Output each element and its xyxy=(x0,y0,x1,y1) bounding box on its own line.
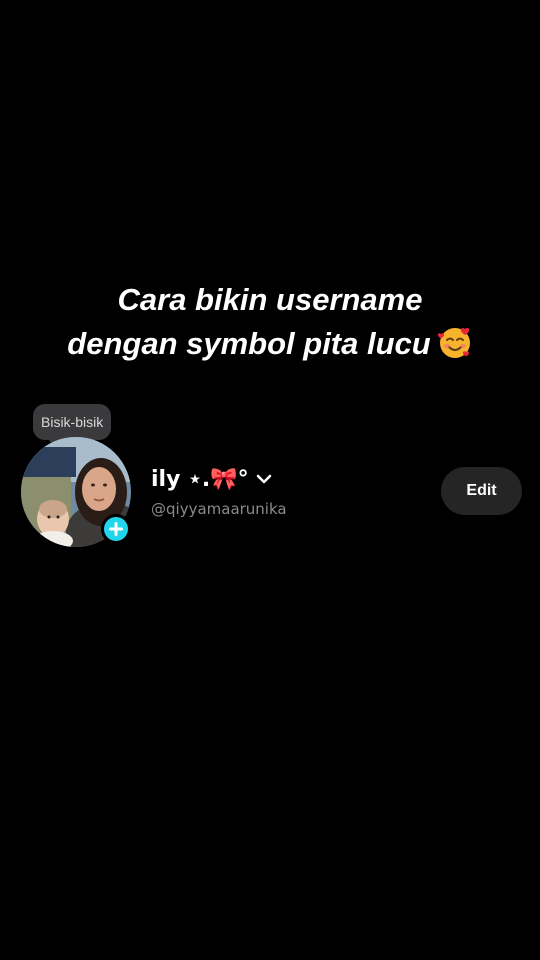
video-caption: Cara bikin username dengan symbol pita l… xyxy=(0,278,540,366)
caption-line-2-wrap: dengan symbol pita lucu xyxy=(0,322,540,366)
chevron-down-icon[interactable] xyxy=(255,470,273,488)
note-bubble[interactable]: Bisik-bisik xyxy=(33,404,112,440)
add-story-button[interactable] xyxy=(101,514,131,544)
username: @qiyyamaarunika xyxy=(151,500,287,518)
display-name: ily ⋆.🎀° xyxy=(151,466,249,492)
plus-icon xyxy=(109,522,123,536)
edit-profile-button[interactable]: Edit xyxy=(441,467,522,515)
caption-line-1: Cara bikin username xyxy=(117,282,423,317)
caption-line-2: dengan symbol pita lucu xyxy=(67,326,431,361)
display-name-row[interactable]: ily ⋆.🎀° xyxy=(151,463,273,495)
smiling-face-with-hearts-icon xyxy=(437,327,470,358)
